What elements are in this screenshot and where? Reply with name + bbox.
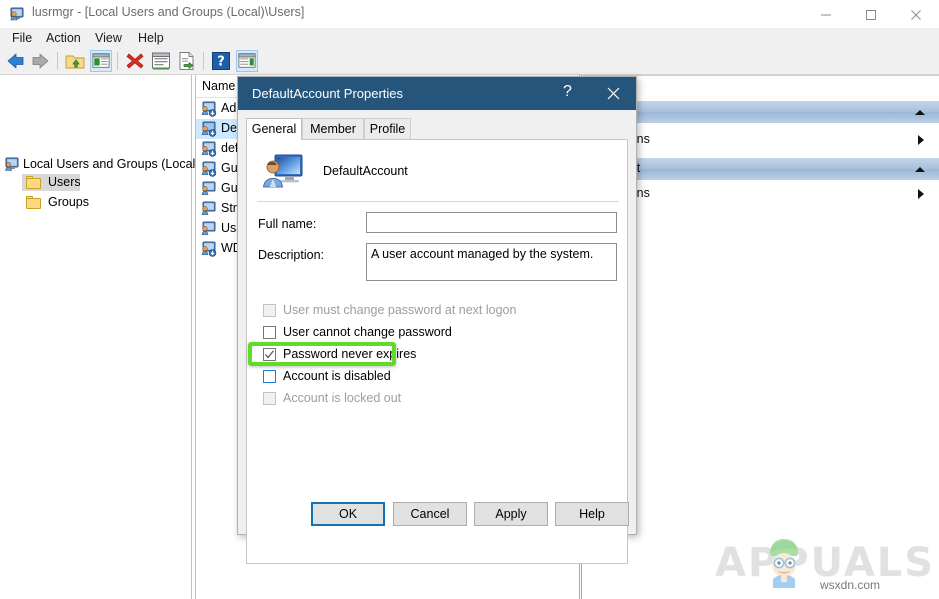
appuals-mascot-icon — [757, 534, 811, 588]
minimize-button[interactable] — [804, 0, 849, 28]
menu-bar: File Action View Help — [0, 28, 939, 48]
toolbar-separator-3 — [203, 52, 204, 70]
user-disabled-icon — [200, 161, 217, 177]
checkbox-box — [263, 370, 276, 383]
up-folder-button[interactable] — [64, 50, 86, 72]
dialog-title: DefaultAccount Properties — [252, 86, 404, 101]
user-disabled-icon — [200, 121, 217, 137]
user-icon — [200, 221, 217, 237]
chevron-right-icon — [918, 135, 924, 145]
apply-button[interactable]: Apply — [474, 502, 548, 526]
toolbar-separator-2 — [117, 52, 118, 70]
toolbar-separator — [57, 52, 58, 70]
full-name-input[interactable] — [366, 212, 617, 233]
delete-button[interactable] — [124, 50, 146, 72]
sidebar-item-groups-label: Groups — [48, 195, 89, 209]
computer-users-icon — [9, 6, 25, 22]
account-name-label: DefaultAccount — [323, 164, 408, 178]
user-monitor-icon — [262, 153, 304, 191]
show-hide-tree-icon — [92, 53, 110, 68]
checkbox-label: Account is locked out — [283, 391, 402, 405]
user-disabled-icon — [200, 141, 217, 157]
export-list-icon — [179, 52, 194, 70]
show-hide-tree-button[interactable] — [90, 50, 112, 72]
back-icon — [7, 53, 24, 69]
menu-file[interactable]: File — [6, 29, 38, 47]
description-value: A user account managed by the system. — [371, 247, 594, 261]
close-icon — [607, 87, 620, 100]
checkbox-label: Account is disabled — [283, 369, 391, 383]
section-divider — [257, 201, 619, 202]
description-input[interactable]: A user account managed by the system. — [366, 243, 617, 281]
window-titlebar: lusrmgr - [Local Users and Groups (Local… — [0, 0, 939, 28]
close-icon — [911, 10, 921, 20]
checkbox-label: User cannot change password — [283, 325, 452, 339]
question-mark-icon: ? — [563, 83, 572, 100]
maximize-button[interactable] — [849, 0, 894, 28]
dialog-titlebar: DefaultAccount Properties ? — [238, 77, 636, 110]
checkbox-label: User must change password at next logon — [283, 303, 517, 317]
main-window: lusrmgr - [Local Users and Groups (Local… — [0, 0, 939, 599]
properties-icon — [152, 52, 170, 70]
chevron-up-icon — [915, 167, 925, 172]
toolbar: ? — [0, 48, 939, 75]
properties-dialog: DefaultAccount Properties ? General Memb… — [237, 76, 637, 564]
tree-item-root-label: Local Users and Groups (Local) — [23, 157, 200, 171]
maximize-icon — [866, 10, 876, 20]
dialog-tab-page-general: DefaultAccount Full name: Description: A… — [246, 139, 628, 564]
back-button[interactable] — [4, 50, 26, 72]
checkbox-box — [263, 326, 276, 339]
user-disabled-icon — [200, 101, 217, 117]
export-list-button[interactable] — [176, 50, 198, 72]
forward-button[interactable] — [30, 50, 52, 72]
show-hide-action-pane-button[interactable] — [236, 50, 258, 72]
checkbox-box — [263, 348, 276, 361]
minimize-icon — [821, 14, 831, 16]
dialog-help-button[interactable]: ? — [546, 77, 591, 110]
menu-help[interactable]: Help — [132, 29, 170, 47]
tab-member-of[interactable]: Member Of — [302, 118, 364, 156]
user-icon — [200, 201, 217, 217]
tab-profile[interactable]: Profile — [364, 118, 411, 139]
computer-icon — [4, 157, 20, 172]
folder-icon — [26, 196, 41, 209]
checkbox-box — [263, 392, 276, 405]
checkmark-icon — [265, 350, 275, 359]
cancel-button[interactable]: Cancel — [393, 502, 467, 526]
dialog-tabstrip: General Member Of Profile — [246, 118, 628, 156]
column-header-name: Name — [202, 79, 236, 93]
window-title: lusrmgr - [Local Users and Groups (Local… — [32, 5, 305, 19]
show-hide-action-pane-icon — [238, 53, 256, 68]
help-button-dialog[interactable]: Help — [555, 502, 629, 526]
user-icon — [200, 181, 217, 197]
close-button[interactable] — [894, 0, 939, 28]
menu-view[interactable]: View — [89, 29, 128, 47]
help-icon: ? — [212, 52, 230, 70]
sidebar-item-users-label: Users — [48, 175, 81, 189]
checkbox-label: Password never expires — [283, 347, 417, 361]
menu-action[interactable]: Action — [40, 29, 87, 47]
user-disabled-icon — [200, 241, 217, 257]
help-button[interactable]: ? — [210, 50, 232, 72]
ok-button[interactable]: OK — [311, 502, 385, 526]
full-name-label: Full name: — [258, 217, 317, 231]
svg-text:?: ? — [217, 55, 225, 70]
chevron-up-icon — [915, 110, 925, 115]
console-tree-pane: Local Users and Groups (Local) Users Gro… — [0, 75, 199, 599]
delete-icon — [126, 53, 144, 69]
chevron-right-icon — [918, 189, 924, 199]
site-watermark: wsxdn.com — [820, 578, 881, 592]
tab-general[interactable]: General — [246, 118, 302, 140]
dialog-close-button[interactable] — [591, 77, 636, 110]
properties-button[interactable] — [150, 50, 172, 72]
description-label: Description: — [258, 248, 324, 262]
up-folder-icon — [65, 55, 85, 69]
forward-icon — [32, 53, 49, 69]
checkbox-box — [263, 304, 276, 317]
table-row-name: def — [221, 141, 239, 155]
folder-icon — [26, 176, 41, 189]
